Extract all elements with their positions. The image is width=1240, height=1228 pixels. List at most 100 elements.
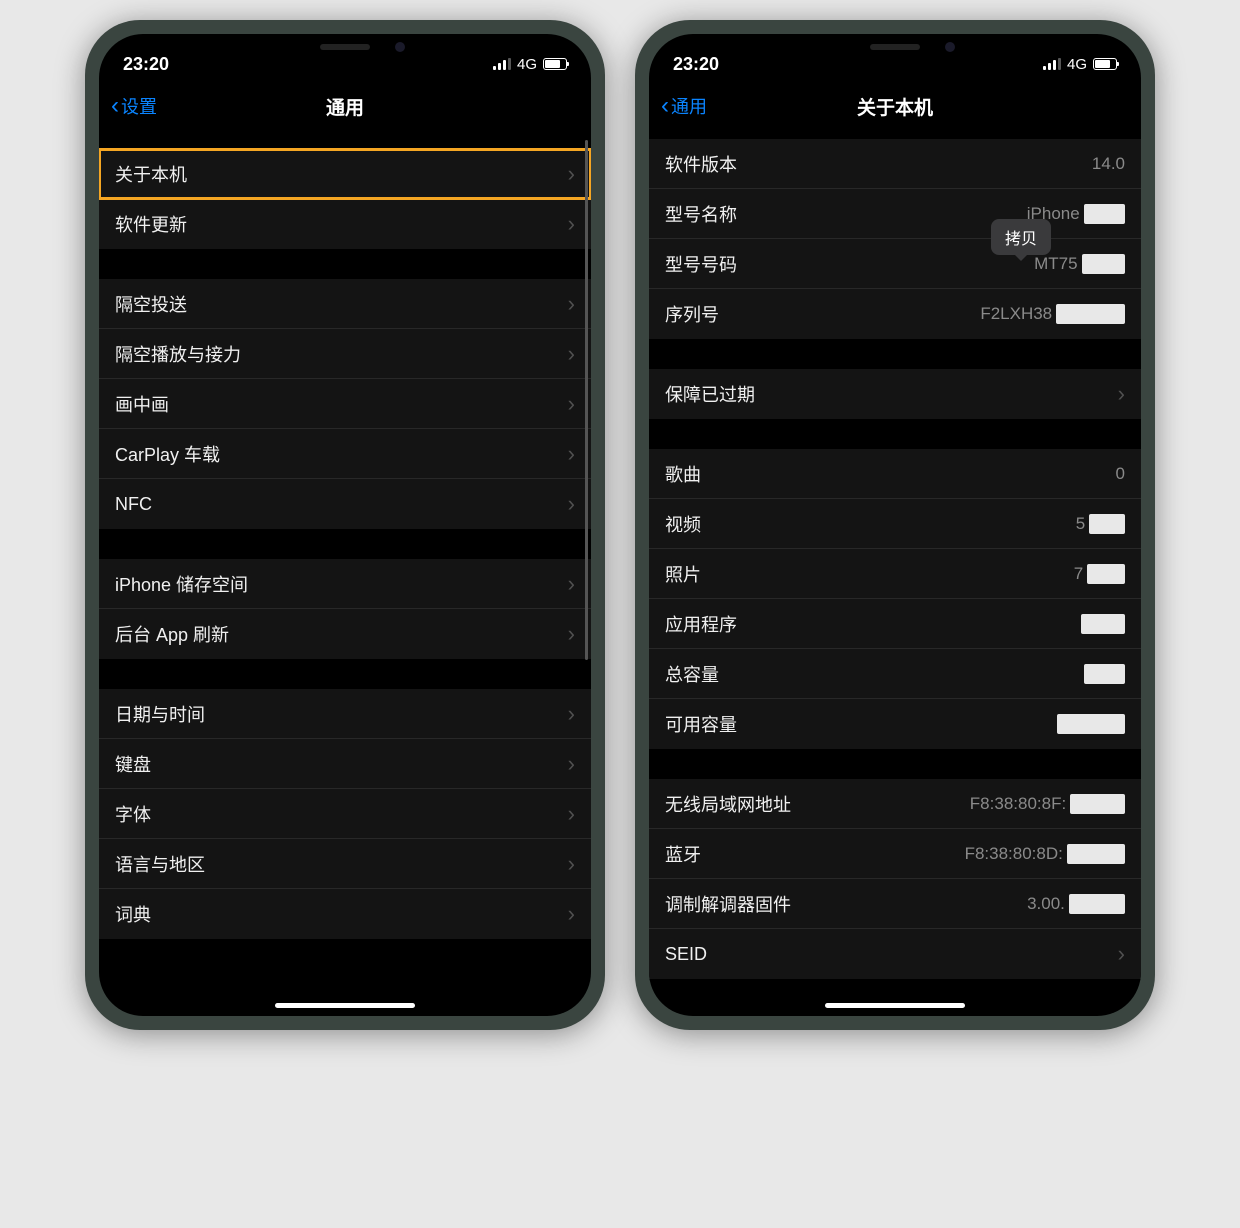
row-right: ›: [560, 571, 575, 597]
chevron-right-icon: ›: [568, 441, 575, 467]
settings-row[interactable]: CarPlay 车载›: [99, 429, 591, 479]
about-content[interactable]: 软件版本14.0型号名称iPhone 型号号码 MT75拷贝序列号F2LXH38 保障…: [649, 130, 1141, 1016]
settings-row[interactable]: 语言与地区 ›: [99, 839, 591, 889]
settings-row[interactable]: 画中画›: [99, 379, 591, 429]
settings-row[interactable]: 保障已过期 ›: [649, 369, 1141, 419]
row-value: F2LXH38: [980, 304, 1052, 324]
signal-icon: [493, 58, 511, 70]
redacted-block: [1069, 894, 1125, 914]
row-label: 型号号码: [665, 251, 737, 277]
settings-row[interactable]: 可用容量: [649, 699, 1141, 749]
back-button[interactable]: ‹ 设置: [111, 93, 157, 119]
row-right: 3.00.: [1027, 894, 1125, 914]
settings-row[interactable]: 键盘›: [99, 739, 591, 789]
row-label: 无线局域网地址: [665, 791, 791, 817]
settings-group: 歌曲0 视频 5 照片7应用程序总容量可用容量: [649, 448, 1141, 750]
chevron-right-icon: ›: [568, 701, 575, 727]
chevron-right-icon: ›: [568, 491, 575, 517]
row-label: 可用容量: [665, 711, 737, 737]
row-right: [1080, 664, 1125, 684]
copy-tooltip[interactable]: 拷贝: [991, 219, 1051, 255]
scrollbar[interactable]: [585, 140, 588, 1006]
row-label: 关于本机: [115, 161, 187, 187]
row-label: 隔空播放与接力: [115, 341, 241, 367]
settings-group: 关于本机 › 软件更新›: [99, 148, 591, 250]
row-right: [1077, 614, 1125, 634]
phone-screen-right: 23:20 4G ‹ 通用 关于本机 软件版本14.0型号名称iPhone型号号…: [649, 34, 1141, 1016]
settings-row[interactable]: 序列号F2LXH38: [649, 289, 1141, 339]
row-value: 3.00.: [1027, 894, 1065, 914]
settings-row[interactable]: 调制解调器固件3.00.: [649, 879, 1141, 929]
home-indicator-icon[interactable]: [275, 1003, 415, 1008]
status-time: 23:20: [123, 54, 169, 75]
settings-row[interactable]: 隔空投送›: [99, 279, 591, 329]
row-label: 字体: [115, 801, 151, 827]
row-right: ›: [560, 291, 575, 317]
back-button[interactable]: ‹ 通用: [661, 93, 707, 119]
redacted-block: [1057, 714, 1125, 734]
row-right: ›: [560, 441, 575, 467]
settings-row[interactable]: 无线局域网地址F8:38:80:8F:: [649, 779, 1141, 829]
row-label: 总容量: [665, 661, 719, 687]
settings-row[interactable]: 应用程序: [649, 599, 1141, 649]
row-right: ›: [560, 701, 575, 727]
row-right: MT75: [1034, 254, 1125, 274]
settings-row[interactable]: 关于本机 ›: [99, 149, 591, 199]
settings-row[interactable]: 照片7: [649, 549, 1141, 599]
settings-row[interactable]: iPhone 储存空间›: [99, 559, 591, 609]
settings-row[interactable]: 后台 App 刷新›: [99, 609, 591, 659]
settings-row[interactable]: 蓝牙F8:38:80:8D:: [649, 829, 1141, 879]
settings-row[interactable]: 词典›: [99, 889, 591, 939]
settings-row[interactable]: 总容量: [649, 649, 1141, 699]
home-indicator-icon[interactable]: [825, 1003, 965, 1008]
row-label: 型号名称: [665, 201, 737, 227]
row-value: 0: [1116, 464, 1125, 484]
row-label: 软件版本: [665, 151, 737, 177]
general-content[interactable]: 关于本机›软件更新›隔空投送›隔空播放与接力›画中画›CarPlay 车载›NF…: [99, 130, 591, 1016]
settings-row[interactable]: 日期与时间 ›: [99, 689, 591, 739]
phone-frame-left: 23:20 4G ‹ 设置 通用 关于本机›软件更新›隔空投送›隔空播放与接力›…: [85, 20, 605, 1030]
settings-row[interactable]: NFC ›: [99, 479, 591, 529]
page-title: 通用: [326, 93, 364, 120]
nav-header: ‹ 通用 关于本机: [649, 82, 1141, 130]
row-right: F2LXH38: [980, 304, 1125, 324]
chevron-right-icon: ›: [1118, 381, 1125, 407]
row-value: 5: [1076, 514, 1085, 534]
settings-row[interactable]: 软件更新›: [99, 199, 591, 249]
redacted-block: [1067, 844, 1125, 864]
redacted-block: [1056, 304, 1125, 324]
row-label: 保障已过期: [665, 381, 755, 407]
settings-group: 隔空投送›隔空播放与接力›画中画›CarPlay 车载›NFC›: [99, 278, 591, 530]
chevron-right-icon: ›: [568, 391, 575, 417]
network-label: 4G: [1067, 56, 1087, 73]
row-right: ›: [560, 801, 575, 827]
row-label: 日期与时间: [115, 701, 205, 727]
settings-row[interactable]: 隔空播放与接力›: [99, 329, 591, 379]
chevron-right-icon: ›: [568, 291, 575, 317]
chevron-right-icon: ›: [568, 161, 575, 187]
chevron-right-icon: ›: [568, 751, 575, 777]
settings-group: iPhone 储存空间›后台 App 刷新›: [99, 558, 591, 660]
redacted-block: [1082, 254, 1125, 274]
row-value: F8:38:80:8D:: [965, 844, 1063, 864]
settings-row[interactable]: 视频 5: [649, 499, 1141, 549]
row-right: 5: [1076, 514, 1125, 534]
row-label: 语言与地区: [115, 851, 205, 877]
settings-row[interactable]: 歌曲0: [649, 449, 1141, 499]
settings-row[interactable]: 软件版本14.0: [649, 139, 1141, 189]
chevron-right-icon: ›: [568, 571, 575, 597]
row-label: 词典: [115, 901, 151, 927]
row-right: ›: [560, 851, 575, 877]
settings-row[interactable]: SEID›: [649, 929, 1141, 979]
settings-row[interactable]: 字体 ›: [99, 789, 591, 839]
network-label: 4G: [517, 56, 537, 73]
row-label: 软件更新: [115, 211, 187, 237]
settings-row[interactable]: 型号号码MT75拷贝: [649, 239, 1141, 289]
row-right: ›: [560, 751, 575, 777]
back-label: 设置: [121, 93, 157, 119]
row-label: NFC: [115, 494, 152, 515]
row-label: 视频: [665, 511, 701, 537]
redacted-block: [1089, 514, 1125, 534]
notch-icon: [245, 34, 445, 62]
settings-row[interactable]: 型号名称iPhone: [649, 189, 1141, 239]
